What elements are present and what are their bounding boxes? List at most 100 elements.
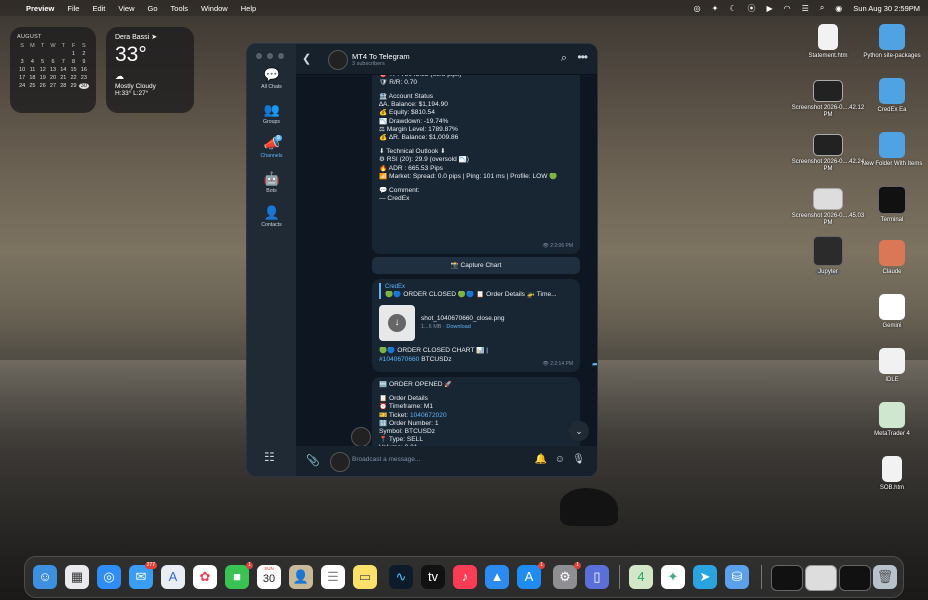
filters-settings-icon[interactable]: ☷ (264, 450, 275, 464)
robot-icon: 🤖 (263, 171, 280, 186)
siri-icon[interactable]: ◉ (835, 4, 842, 13)
file-name: shot_1040670660_close.png (421, 315, 505, 323)
music-icon[interactable]: ♪ (453, 565, 477, 589)
calendar-widget[interactable]: AUGUST S M T W T F S 1 2 3 4 5 6 7 8 9 10 11 12 13 14 15 16 17 1… (10, 27, 96, 113)
gemini-dock-icon[interactable]: ✦ (661, 565, 685, 589)
emoji-icon[interactable]: ☺ (555, 454, 565, 465)
launchpad-icon[interactable]: ▦ (65, 565, 89, 589)
close-window-button[interactable] (256, 53, 262, 59)
desktop-icon-terminal[interactable]: Terminal (852, 186, 928, 224)
desktop-icon-credex-ea[interactable]: CredEx Ea (852, 78, 928, 114)
ticket-link[interactable]: 1040672020 (410, 412, 447, 419)
backup-icon[interactable]: ⛁ (725, 565, 749, 589)
calendar-icon[interactable]: SUN 30 (257, 565, 281, 589)
reminders-icon[interactable]: ☰ (321, 565, 345, 589)
menu-view[interactable]: View (118, 4, 134, 13)
attach-paperclip-icon[interactable]: 📎 (306, 454, 320, 467)
telegram-icon[interactable]: ➤ (693, 565, 717, 589)
menu-edit[interactable]: Edit (92, 4, 105, 13)
search-menu-icon[interactable]: ⌕ (820, 3, 824, 13)
finder-icon[interactable]: ☺ (33, 565, 57, 589)
send-as-avatar[interactable] (330, 452, 350, 472)
record-menu-icon[interactable]: ⦿ (748, 3, 756, 14)
screenshot-thumbnail-icon (813, 80, 843, 102)
desktop-icon-python-site-packages[interactable]: Python site-packages (852, 24, 928, 60)
wifi-icon[interactable]: ◠ (784, 4, 791, 13)
desktop-icon-metatrader-4[interactable]: MetaTrader 4 (852, 402, 928, 438)
zoom-window-button[interactable] (278, 53, 284, 59)
photos-icon[interactable]: ✿ (193, 565, 217, 589)
apple-tv-icon[interactable]: tv (421, 565, 445, 589)
broadcast-input[interactable]: Broadcast a message... (352, 456, 420, 463)
message-line: 🆕 ORDER OPENED 🚀 (379, 381, 453, 388)
sender-avatar[interactable] (351, 427, 371, 447)
message-line: — CredEx (379, 195, 410, 203)
reply-quote[interactable]: CredEx 🟢🔵 ORDER CLOSED 🟢🔵 📋 Order Detail… (379, 283, 573, 300)
microphone-icon[interactable]: 🎙 (572, 454, 585, 465)
keynote-icon[interactable]: ▲ (485, 565, 509, 589)
desktop-icon-idle[interactable]: IDLE (852, 348, 928, 384)
recent-window-thumbnail[interactable] (771, 565, 803, 591)
sidebar-item-all-chats[interactable]: 💬 All Chats (247, 68, 296, 91)
desktop-icon-gemini[interactable]: Gemini (852, 294, 928, 330)
calendar-day: 21 (60, 75, 67, 81)
calendar-day: 10 (19, 67, 26, 73)
mail-icon[interactable]: ✉ 277 (129, 562, 157, 589)
control-center-icon[interactable]: ☰ (802, 4, 809, 13)
play-menu-icon[interactable]: ▶ (767, 4, 773, 13)
menu-file[interactable]: File (67, 4, 79, 13)
message-line: 📉 Drawdown: -19.74% (379, 117, 449, 125)
facetime-icon[interactable]: ■ 1 (225, 562, 253, 589)
desktop-icon-sob[interactable]: SOB.htm (852, 456, 928, 492)
recent-screenshot-thumbnail[interactable] (805, 565, 837, 591)
scroll-down-button[interactable]: ⌄ (569, 421, 589, 441)
desktop-icon-claude[interactable]: Claude (852, 240, 928, 276)
calendar-day (48, 51, 58, 57)
channel-avatar[interactable] (328, 50, 348, 70)
channel-title[interactable]: MT4 To Telegram (352, 52, 410, 61)
freeform-icon[interactable]: ∿ (389, 565, 413, 589)
capture-chart-button[interactable]: 📸 Capture Chart (372, 257, 580, 274)
message-line: 🔢 Order Number: 1 (379, 419, 439, 427)
download-arrow-icon[interactable]: ↓ (388, 314, 406, 333)
safari-icon[interactable]: ◎ (97, 565, 121, 589)
share-forward-icon[interactable]: ➦ (592, 359, 597, 370)
system-settings-icon[interactable]: ⚙ 1 (553, 562, 581, 589)
trash-icon[interactable]: 🗑 (873, 565, 897, 589)
notification-bell-icon[interactable]: 🔔 (535, 454, 547, 465)
recent-window-thumbnail[interactable] (839, 565, 871, 591)
calendar-day (38, 51, 48, 57)
minimize-window-button[interactable] (267, 53, 273, 59)
moon-menu-icon[interactable]: ☾ (729, 4, 736, 13)
menu-window[interactable]: Window (201, 4, 228, 13)
hashtag-link[interactable]: #1040670660 (379, 356, 419, 363)
contacts-icon: 👤 (263, 205, 280, 220)
weather-widget[interactable]: Dera Bassi ➤ 33° ☁ Mostly Cloudy H:33° L… (106, 27, 194, 113)
message-order-opened[interactable]: 🆕 ORDER OPENED 🚀 📋 Order Details ⏰ Timefra… (372, 377, 580, 457)
menu-app-name[interactable]: Preview (26, 4, 54, 13)
sidebar-item-channels[interactable]: 📣 Channels 9 (247, 135, 296, 159)
menu-help[interactable]: Help (241, 4, 256, 13)
menu-go[interactable]: Go (148, 4, 158, 13)
app-store-icon[interactable]: A1 (517, 562, 545, 589)
sparkle-menu-icon[interactable]: ✦ (712, 4, 719, 13)
menu-clock[interactable]: Sun Aug 30 2:59PM (853, 4, 920, 13)
more-options-icon[interactable]: ••• (577, 50, 588, 64)
desktop-icon-new-folder[interactable]: New Folder With Items (852, 132, 928, 168)
sidebar-item-bots[interactable]: 🤖 Bots (247, 171, 296, 195)
wechat-menu-icon[interactable]: ◎ (694, 4, 701, 13)
message-order-closed[interactable]: CredEx 🟢🔵 ORDER CLOSED 🟢🔵 📋 Order Detail… (372, 279, 580, 372)
contacts-icon[interactable]: 👤 (289, 565, 313, 589)
xcode-icon[interactable]: A (161, 565, 185, 589)
simulator-icon[interactable]: ▯ (585, 565, 609, 589)
file-attachment[interactable]: ↓ shot_1040670660_close.png 1...6 MB · D… (379, 305, 573, 342)
download-link[interactable]: Download (446, 324, 470, 330)
back-arrow-icon[interactable]: ❮ (302, 52, 320, 66)
sidebar-item-contacts[interactable]: 👤 Contacts (247, 205, 296, 229)
sidebar-item-groups[interactable]: 👥 Groups (247, 103, 296, 126)
metatrader-dock-icon[interactable]: 4 (629, 565, 653, 589)
menu-tools[interactable]: Tools (171, 4, 189, 13)
file-thumbnail[interactable]: ↓ (379, 305, 415, 342)
search-icon[interactable]: ⌕ (561, 52, 567, 65)
notes-icon[interactable]: ▭ (353, 565, 377, 589)
